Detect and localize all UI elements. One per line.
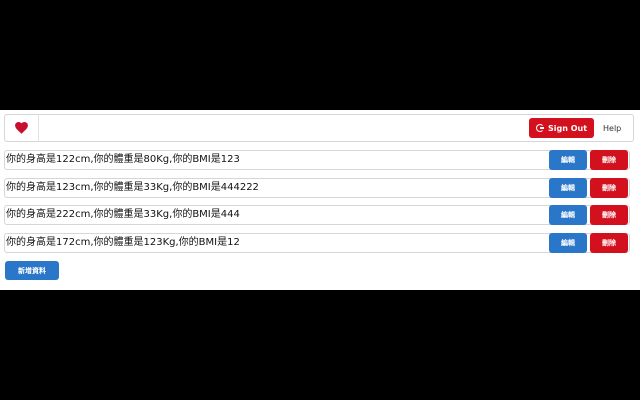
delete-button[interactable]: 刪除 xyxy=(590,150,628,170)
record-text: 你的身高是172cm,你的體重是123Kg,你的BMI是12 xyxy=(6,237,240,248)
delete-button[interactable]: 刪除 xyxy=(590,233,628,253)
list-item: 你的身高是123cm,你的體重是33Kg,你的BMI是444222 編輯 刪除 xyxy=(4,178,630,198)
top-menu-bar: Sign Out Help xyxy=(4,114,634,142)
add-record-button[interactable]: 新增資料 xyxy=(5,261,59,280)
record-text: 你的身高是222cm,你的體重是33Kg,你的BMI是444 xyxy=(6,209,240,220)
list-item: 你的身高是172cm,你的體重是123Kg,你的BMI是12 編輯 刪除 xyxy=(4,233,630,253)
app-page: Sign Out Help 你的身高是122cm,你的體重是80Kg,你的BMI… xyxy=(0,110,640,290)
heart-icon xyxy=(15,122,28,134)
home-menu-item[interactable] xyxy=(5,115,39,141)
record-text: 你的身高是122cm,你的體重是80Kg,你的BMI是123 xyxy=(6,154,240,165)
sign-out-label: Sign Out xyxy=(547,123,588,133)
delete-button[interactable]: 刪除 xyxy=(590,205,628,225)
edit-button[interactable]: 編輯 xyxy=(549,178,587,198)
sign-out-button[interactable]: Sign Out xyxy=(529,118,594,138)
record-text: 你的身高是123cm,你的體重是33Kg,你的BMI是444222 xyxy=(6,182,259,193)
edit-button[interactable]: 編輯 xyxy=(549,150,587,170)
edit-button[interactable]: 編輯 xyxy=(549,205,587,225)
google-icon xyxy=(535,124,544,132)
edit-button[interactable]: 編輯 xyxy=(549,233,587,253)
help-link[interactable]: Help xyxy=(603,115,621,141)
list-item: 你的身高是122cm,你的體重是80Kg,你的BMI是123 編輯 刪除 xyxy=(4,150,630,170)
list-item: 你的身高是222cm,你的體重是33Kg,你的BMI是444 編輯 刪除 xyxy=(4,205,630,225)
delete-button[interactable]: 刪除 xyxy=(590,178,628,198)
